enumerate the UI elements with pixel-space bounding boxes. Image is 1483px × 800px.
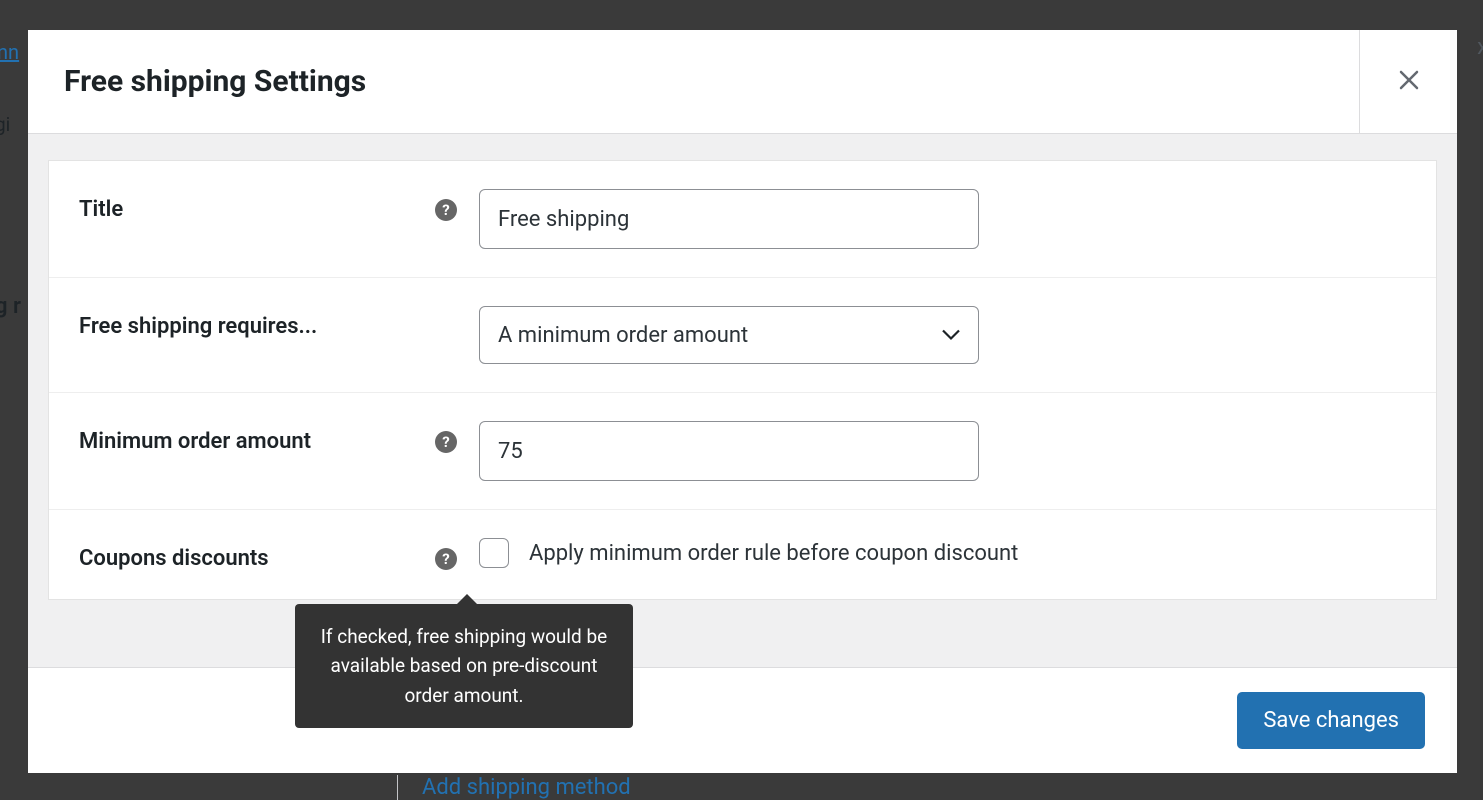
coupons-row: Coupons discounts ? Apply minimum order …	[49, 510, 1436, 599]
help-icon[interactable]: ?	[435, 431, 457, 453]
bg-right-fragment: x	[1477, 35, 1483, 60]
coupons-checkbox[interactable]	[479, 538, 509, 568]
bg-label-fragment-2: g r	[0, 294, 21, 319]
modal-header: Free shipping Settings	[28, 30, 1457, 134]
bg-link-fragment: nn	[0, 40, 19, 64]
close-icon	[1398, 65, 1420, 98]
help-icon[interactable]: ?	[435, 199, 457, 221]
save-button[interactable]: Save changes	[1237, 692, 1425, 749]
modal-footer: Save changes	[28, 667, 1457, 773]
help-icon[interactable]: ?	[435, 548, 457, 570]
requires-row: Free shipping requires... A minimum orde…	[49, 278, 1436, 393]
requires-label: Free shipping requires...	[79, 314, 457, 339]
title-row: Title ?	[49, 161, 1436, 278]
close-button[interactable]	[1359, 30, 1457, 134]
minimum-amount-label: Minimum order amount	[79, 429, 425, 454]
settings-modal: Free shipping Settings Title ?	[28, 30, 1457, 773]
title-label: Title	[79, 197, 425, 222]
coupons-tooltip: If checked, free shipping would be avail…	[295, 604, 633, 728]
bg-label-fragment-1: gi	[0, 113, 10, 136]
modal-body: Title ? Free shipping requires... A mini…	[28, 134, 1457, 667]
minimum-amount-input[interactable]	[479, 421, 979, 481]
requires-select[interactable]: A minimum order amount	[479, 306, 979, 364]
modal-title: Free shipping Settings	[64, 64, 366, 99]
minimum-amount-row: Minimum order amount ?	[49, 393, 1436, 510]
title-input[interactable]	[479, 189, 979, 249]
bg-add-shipping-button: Add shipping method	[397, 775, 631, 800]
coupons-checkbox-label: Apply minimum order rule before coupon d…	[529, 541, 1018, 566]
form-container: Title ? Free shipping requires... A mini…	[48, 160, 1437, 600]
coupons-label: Coupons discounts	[79, 546, 425, 571]
